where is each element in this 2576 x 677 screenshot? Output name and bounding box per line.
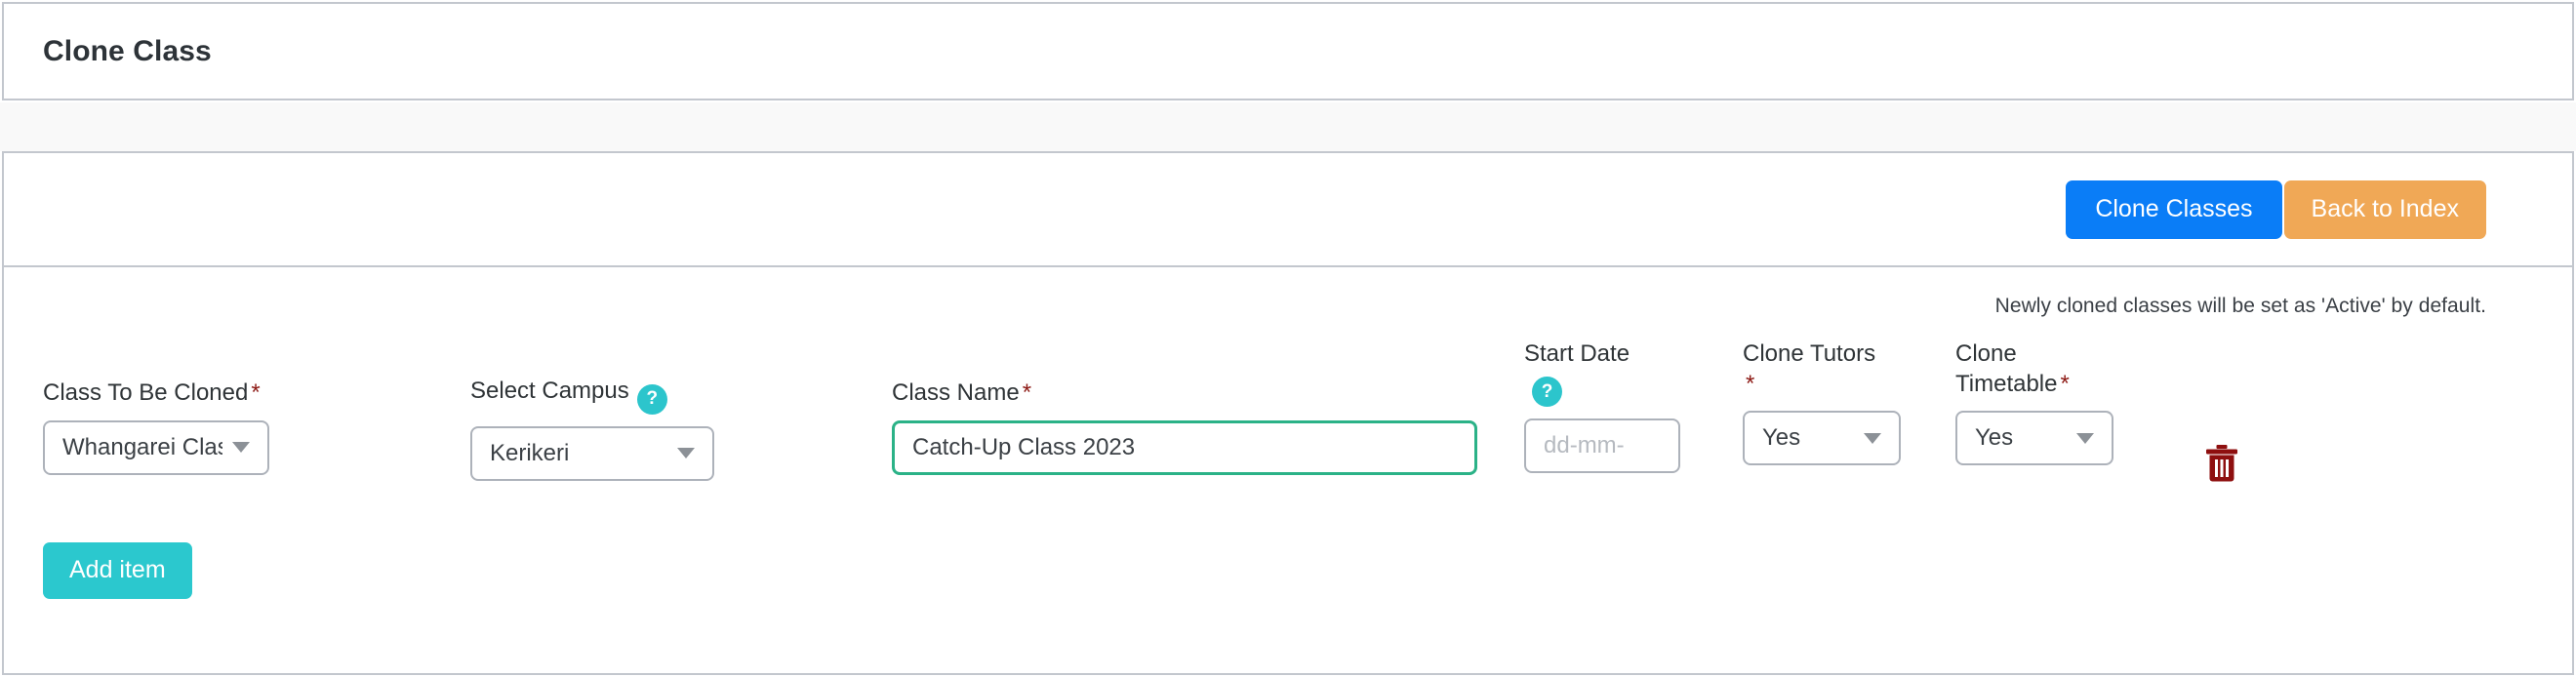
- clone-form-card: Clone Classes Back to Index Newly cloned…: [2, 151, 2574, 675]
- action-bar: Clone Classes Back to Index: [4, 153, 2572, 267]
- clone-timetable-value: Yes: [1975, 424, 2014, 452]
- field-label-class-name: Class Name *: [892, 378, 1477, 409]
- field-label-start-date: Start Date ?: [1524, 339, 1680, 408]
- clone-tutors-select[interactable]: Yes: [1743, 411, 1901, 466]
- field-clone-tutors: Clone Tutors * Yes: [1743, 339, 1901, 466]
- required-marker: *: [251, 379, 261, 406]
- clone-class-page: Clone Class Clone Classes Back to Index …: [0, 0, 2576, 677]
- required-marker: *: [1022, 379, 1032, 406]
- field-label-clone-tutors: Clone Tutors *: [1743, 339, 1901, 399]
- field-label-text: Start Date: [1524, 340, 1630, 367]
- clone-timetable-select[interactable]: Yes: [1955, 411, 2113, 466]
- notice-row: Newly cloned classes will be set as 'Act…: [4, 267, 2572, 318]
- page-title: Clone Class: [43, 34, 212, 67]
- clone-tutors-value: Yes: [1762, 424, 1801, 452]
- field-label-text: Class Name: [892, 379, 1020, 406]
- add-item-button[interactable]: Add item: [43, 542, 192, 599]
- add-item-row: Add item: [4, 542, 2572, 599]
- field-label-select-campus: Select Campus?: [470, 377, 714, 415]
- required-marker: *: [2060, 370, 2070, 397]
- field-label-class-to-be-cloned: Class To Be Cloned *: [43, 378, 269, 409]
- select-campus-select[interactable]: Kerikeri: [470, 425, 714, 481]
- page-header-card: Clone Class: [2, 2, 2574, 100]
- clone-default-notice: Newly cloned classes will be set as 'Act…: [1994, 295, 2486, 317]
- chevron-down-icon: [1864, 432, 1881, 444]
- chevron-down-icon: [2076, 432, 2094, 444]
- delete-row-button[interactable]: [2202, 443, 2241, 484]
- clone-classes-button[interactable]: Clone Classes: [2066, 179, 2282, 239]
- field-label-clone-timetable: Clone Timetable *: [1955, 339, 2113, 399]
- select-campus-value: Kerikeri: [490, 439, 570, 466]
- help-icon[interactable]: ?: [1532, 377, 1562, 408]
- field-select-campus: Select Campus? Kerikeri: [470, 377, 714, 481]
- chevron-down-icon: [677, 448, 695, 459]
- field-label-text: Clone Timetable: [1955, 340, 2058, 397]
- field-start-date: Start Date ? dd-mm-: [1524, 339, 1680, 474]
- chevron-down-icon: [232, 442, 250, 454]
- trash-icon: [2206, 445, 2237, 482]
- field-class-to-be-cloned: Class To Be Cloned* Whangarei Class 01-2…: [43, 378, 269, 475]
- help-icon[interactable]: ?: [636, 383, 667, 415]
- start-date-input[interactable]: dd-mm-: [1524, 418, 1680, 474]
- field-class-name: Class Name * Catch-Up Class 2023: [892, 378, 1477, 475]
- field-label-text: Clone Tutors: [1743, 340, 1876, 367]
- start-date-placeholder: dd-mm-: [1544, 432, 1625, 459]
- class-name-input[interactable]: Catch-Up Class 2023: [892, 419, 1477, 475]
- field-label-text: Class To Be Cloned: [43, 379, 249, 406]
- back-to-index-button[interactable]: Back to Index: [2283, 179, 2486, 239]
- header-spacer: [0, 102, 2576, 151]
- field-label-text: Select Campus: [470, 378, 629, 404]
- required-marker: *: [1746, 370, 1755, 397]
- field-clone-timetable: Clone Timetable * Yes: [1955, 339, 2113, 466]
- class-to-be-cloned-value: Whangarei Class 01-2...: [62, 433, 222, 460]
- class-to-be-cloned-select[interactable]: Whangarei Class 01-2...: [43, 419, 269, 475]
- clone-item-row: Class To Be Cloned* Whangarei Class 01-2…: [4, 318, 2572, 542]
- class-name-value: Catch-Up Class 2023: [912, 433, 1136, 460]
